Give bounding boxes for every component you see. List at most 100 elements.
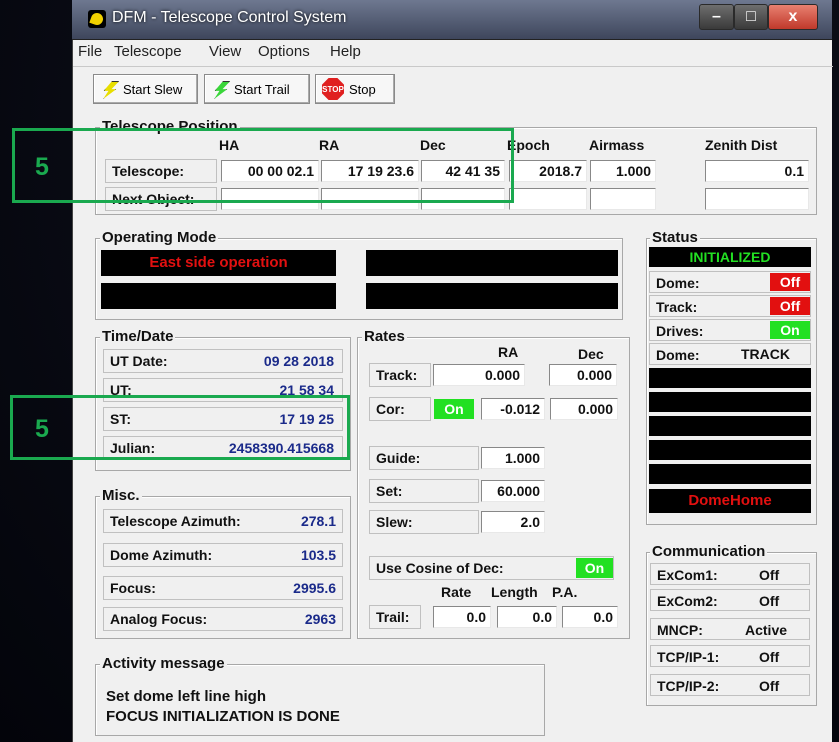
telescope-airmass-field[interactable]: 1.000 (590, 160, 656, 182)
group-title: Status (650, 229, 700, 246)
annotation-number: 5 (35, 153, 49, 181)
ut-date-row: UT Date: 09 28 2018 (103, 349, 343, 373)
stop-button[interactable]: STOP Stop (315, 74, 395, 104)
column-header-airmass: Airmass (589, 137, 645, 153)
column-header-zenith: Zenith Dist (705, 137, 778, 153)
analog-focus-row: Analog Focus: 2963 (103, 607, 343, 631)
cor-toggle[interactable]: On (434, 399, 474, 419)
toolbar-divider (73, 66, 833, 67)
next-epoch-field[interactable] (509, 188, 587, 210)
dome-azimuth-value: 103.5 (300, 547, 336, 563)
activity-line-2: FOCUS INITIALIZATION IS DONE (106, 708, 340, 725)
status-display (649, 368, 811, 388)
mncp-row: MNCP: Active (650, 618, 810, 640)
analog-focus-value: 2963 (304, 611, 336, 627)
track-dec-field[interactable]: 0.000 (549, 364, 617, 386)
focus-value: 2995.6 (293, 580, 336, 596)
trail-length-header: Length (491, 584, 538, 600)
cor-rate-label: Cor: (369, 397, 431, 421)
group-title: Activity message (100, 655, 227, 672)
stop-sign-icon: STOP (322, 78, 344, 100)
trail-pa-field[interactable]: 0.0 (562, 606, 618, 628)
rates-ra-header: RA (498, 344, 519, 360)
trail-pa-header: P.A. (552, 584, 578, 600)
trail-rate-field[interactable]: 0.0 (433, 606, 491, 628)
guide-rate-field[interactable]: 1.000 (481, 447, 545, 469)
app-window: DFM - Telescope Control System – □ x Fil… (72, 0, 833, 742)
annotation-box-time (10, 395, 350, 460)
cosine-dec-toggle[interactable]: On (576, 558, 613, 578)
tcpip2-value: Off (759, 678, 780, 694)
minimize-button[interactable]: – (699, 4, 734, 30)
telescope-epoch-field[interactable]: 2018.7 (509, 160, 587, 182)
telescope-zenith-field[interactable]: 0.1 (705, 160, 809, 182)
next-airmass-field[interactable] (590, 188, 656, 210)
trail-label: Trail: (369, 605, 421, 629)
focus-label: Focus: (110, 580, 156, 596)
menu-options[interactable]: Options (258, 43, 310, 60)
track-ra-field[interactable]: 0.000 (433, 364, 525, 386)
window-title: DFM - Telescope Control System (112, 9, 347, 26)
set-rate-label: Set: (369, 479, 479, 503)
close-button[interactable]: x (768, 4, 818, 30)
operating-mode-display (366, 250, 618, 276)
status-state: INITIALIZED (649, 247, 811, 267)
dome-azimuth-label: Dome Azimuth: (110, 547, 213, 563)
operating-mode-display (366, 283, 618, 309)
group-title: Misc. (100, 487, 142, 504)
annotation-box-telescope (12, 128, 514, 203)
cor-ra-field[interactable]: -0.012 (481, 398, 545, 420)
activity-line-1: Set dome left line high (106, 688, 267, 705)
mncp-value: Active (745, 622, 788, 638)
group-title: Operating Mode (100, 229, 219, 246)
excom1-row: ExCom1: Off (650, 563, 810, 585)
tcpip2-label: TCP/IP-2: (657, 678, 720, 694)
menu-file[interactable]: File (78, 43, 102, 60)
trail-length-field[interactable]: 0.0 (497, 606, 557, 628)
dome-azimuth-row: Dome Azimuth: 103.5 (103, 543, 343, 567)
ut-date-label: UT Date: (110, 353, 168, 369)
status-display (649, 440, 811, 460)
rates-dec-header: Dec (578, 346, 604, 362)
menu-help[interactable]: Help (330, 43, 361, 60)
excom1-value: Off (759, 567, 780, 583)
telescope-azimuth-label: Telescope Azimuth: (110, 513, 241, 529)
status-display (649, 464, 811, 484)
menu-view[interactable]: View (209, 43, 241, 60)
excom2-row: ExCom2: Off (650, 589, 810, 611)
start-trail-button[interactable]: Start Trail (204, 74, 310, 104)
group-title: Rates (362, 328, 407, 345)
tcpip1-label: TCP/IP-1: (657, 649, 720, 665)
excom2-label: ExCom2: (657, 593, 718, 609)
set-rate-field[interactable]: 60.000 (481, 480, 545, 502)
status-display (649, 416, 811, 436)
track-status-indicator: Off (770, 297, 810, 315)
next-zenith-field[interactable] (705, 188, 809, 210)
operating-mode-message: East side operation (101, 250, 336, 276)
ut-date-value: 09 28 2018 (263, 353, 334, 369)
telescope-azimuth-value: 278.1 (300, 513, 336, 529)
lightning-icon (211, 80, 229, 98)
focus-row: Focus: 2995.6 (103, 576, 343, 600)
slew-rate-field[interactable]: 2.0 (481, 511, 545, 533)
menu-bar: File Telescope View Options Help (73, 40, 833, 62)
guide-rate-label: Guide: (369, 446, 479, 470)
excom2-value: Off (759, 593, 780, 609)
app-logo-icon (88, 10, 106, 28)
excom1-label: ExCom1: (657, 567, 718, 583)
track-rate-label: Track: (369, 363, 431, 387)
title-bar[interactable]: DFM - Telescope Control System – □ x (72, 0, 832, 40)
tcpip1-row: TCP/IP-1: Off (650, 645, 810, 667)
menu-telescope[interactable]: Telescope (114, 43, 182, 60)
start-slew-button[interactable]: Start Slew (93, 74, 198, 104)
start-slew-label: Start Slew (123, 81, 183, 97)
lightning-icon (100, 80, 118, 98)
slew-rate-label: Slew: (369, 510, 479, 534)
annotation-number: 5 (35, 415, 49, 443)
operating-mode-display (101, 283, 336, 309)
tcpip1-value: Off (759, 649, 780, 665)
dome-status-indicator: Off (770, 273, 810, 291)
cor-dec-field[interactable]: 0.000 (550, 398, 618, 420)
maximize-button[interactable]: □ (734, 4, 768, 30)
dome-home-button[interactable]: DomeHome (649, 489, 811, 513)
